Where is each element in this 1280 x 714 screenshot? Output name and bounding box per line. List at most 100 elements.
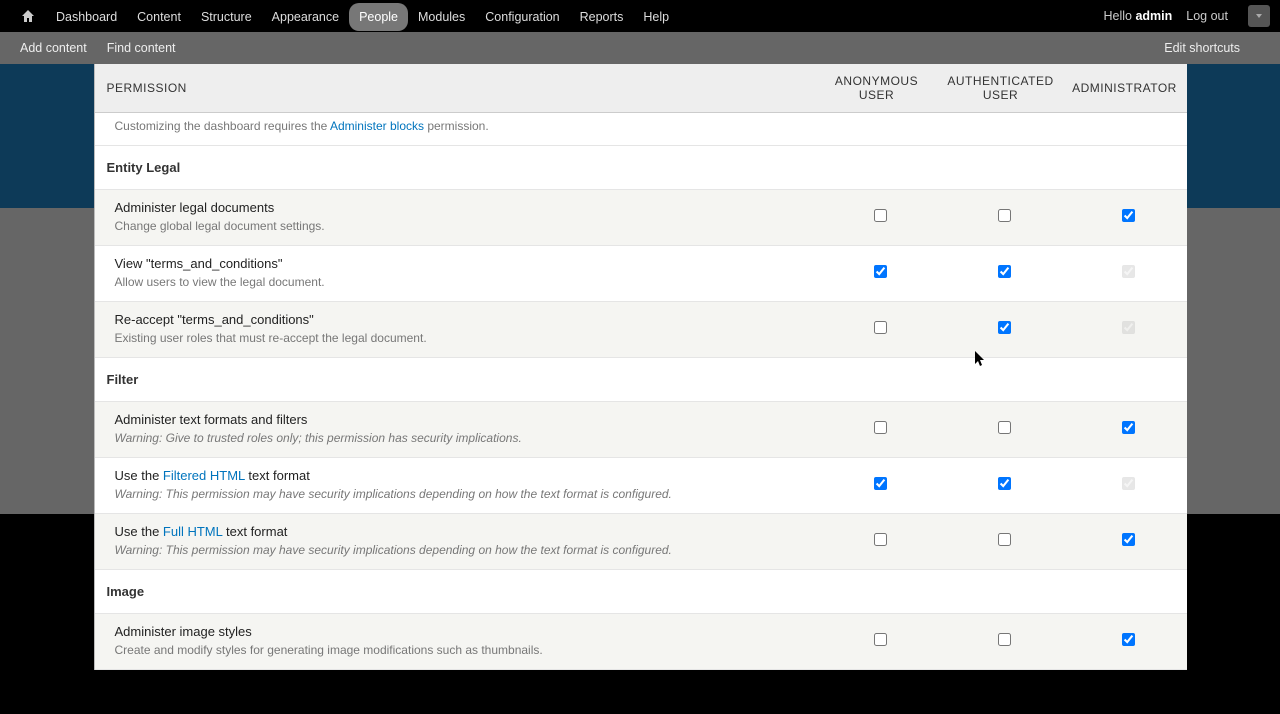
permission-description: Warning: This permission may have securi… (115, 543, 803, 557)
shortcut-bar: Add content Find content Edit shortcuts (0, 32, 1280, 64)
shortcut-add-content[interactable]: Add content (20, 41, 87, 55)
permission-checkbox[interactable] (874, 321, 887, 334)
logout-link[interactable]: Log out (1186, 9, 1228, 23)
col-authenticated: AUTHENTICATED USER (939, 64, 1063, 113)
permission-description: Customizing the dashboard requires the A… (115, 119, 803, 133)
checkbox-cell (1063, 246, 1187, 302)
permission-checkbox (1122, 321, 1135, 334)
inline-link[interactable]: Full HTML (163, 524, 222, 539)
col-administrator: ADMINISTRATOR (1063, 64, 1187, 113)
checkbox-cell (1063, 514, 1187, 570)
menu-structure[interactable]: Structure (191, 3, 262, 31)
menu-dashboard[interactable]: Dashboard (46, 3, 127, 31)
greeting: Hello admin (1104, 9, 1173, 23)
permission-title: Administer text formats and filters (115, 412, 803, 427)
permission-checkbox[interactable] (874, 477, 887, 490)
toolbar-right: Hello admin Log out (1104, 5, 1271, 27)
checkbox-cell (939, 402, 1063, 458)
menu-reports[interactable]: Reports (570, 3, 634, 31)
permission-checkbox[interactable] (998, 421, 1011, 434)
menu-people[interactable]: People (349, 3, 408, 31)
home-link[interactable] (10, 1, 46, 31)
checkbox-cell (815, 514, 939, 570)
permission-title: Re-accept "terms_and_conditions" (115, 312, 803, 327)
permission-description: Create and modify styles for generating … (115, 643, 803, 657)
permission-cell: View "terms_and_conditions"Allow users t… (95, 246, 815, 302)
module-header: Entity Legal (95, 146, 1187, 190)
menu-help[interactable]: Help (633, 3, 679, 31)
permission-checkbox[interactable] (998, 265, 1011, 278)
toolbar-left: DashboardContentStructureAppearancePeopl… (10, 1, 679, 31)
permission-title: Use the Full HTML text format (115, 524, 803, 539)
permission-cell: Re-accept "terms_and_conditions" Existing… (95, 302, 815, 358)
permission-cell: Use the Filtered HTML text format Warning… (95, 458, 815, 514)
permission-description: Warning: This permission may have securi… (115, 487, 803, 501)
checkbox-cell (815, 302, 939, 358)
chevron-down-icon (1254, 11, 1264, 21)
permission-title: View "terms_and_conditions" (115, 256, 803, 271)
permission-checkbox[interactable] (998, 533, 1011, 546)
edit-shortcuts-link[interactable]: Edit shortcuts (1164, 41, 1240, 55)
col-permission: PERMISSION (95, 64, 815, 113)
permission-cell: Administer text formats and filters Warni… (95, 402, 815, 458)
permission-checkbox[interactable] (998, 209, 1011, 222)
shortcut-toggle[interactable] (1248, 5, 1270, 27)
admin-toolbar: DashboardContentStructureAppearancePeopl… (0, 0, 1280, 32)
module-header: Filter (95, 358, 1187, 402)
permissions-table: PERMISSION ANONYMOUS USER AUTHENTICATED … (95, 64, 1187, 670)
permission-checkbox[interactable] (874, 265, 887, 278)
permission-checkbox[interactable] (874, 533, 887, 546)
permission-checkbox[interactable] (1122, 533, 1135, 546)
checkbox-cell (939, 614, 1063, 670)
checkbox-cell (1063, 458, 1187, 514)
permission-checkbox[interactable] (998, 633, 1011, 646)
permission-description: Change global legal document settings. (115, 219, 803, 233)
checkbox-cell (1063, 614, 1187, 670)
checkbox-cell (815, 246, 939, 302)
checkbox-cell (815, 190, 939, 246)
menu-configuration[interactable]: Configuration (475, 3, 569, 31)
menu-appearance[interactable]: Appearance (262, 3, 349, 31)
checkbox-cell (815, 458, 939, 514)
checkbox-cell (1063, 302, 1187, 358)
home-icon (20, 8, 36, 24)
checkbox-cell (939, 113, 1063, 146)
col-anonymous: ANONYMOUS USER (815, 64, 939, 113)
checkbox-cell (939, 514, 1063, 570)
permission-cell: Administer legal documents Change global … (95, 190, 815, 246)
inline-link[interactable]: Administer blocks (330, 119, 424, 133)
permission-checkbox (1122, 477, 1135, 490)
inline-link[interactable]: Filtered HTML (163, 468, 245, 483)
checkbox-cell (815, 113, 939, 146)
shortcut-find-content[interactable]: Find content (107, 41, 176, 55)
permission-checkbox[interactable] (1122, 209, 1135, 222)
permission-checkbox[interactable] (998, 477, 1011, 490)
checkbox-cell (815, 402, 939, 458)
checkbox-cell (939, 458, 1063, 514)
checkbox-cell (939, 190, 1063, 246)
permission-title: Use the Filtered HTML text format (115, 468, 803, 483)
menu-content[interactable]: Content (127, 3, 191, 31)
permission-checkbox (1122, 265, 1135, 278)
permission-checkbox[interactable] (998, 321, 1011, 334)
permission-cell: Use the Full HTML text format Warning: Th… (95, 514, 815, 570)
permission-checkbox[interactable] (874, 633, 887, 646)
permission-cell: Administer image styles Create and modify… (95, 614, 815, 670)
checkbox-cell (1063, 190, 1187, 246)
permission-checkbox[interactable] (874, 209, 887, 222)
permission-checkbox[interactable] (1122, 633, 1135, 646)
permission-description: Existing user roles that must re-accept … (115, 331, 803, 345)
checkbox-cell (939, 246, 1063, 302)
permission-title: Administer legal documents (115, 200, 803, 215)
menu-modules[interactable]: Modules (408, 3, 475, 31)
permission-checkbox[interactable] (874, 421, 887, 434)
module-header: Image (95, 570, 1187, 614)
permission-title: Administer image styles (115, 624, 803, 639)
permission-description: Warning: Give to trusted roles only; thi… (115, 431, 803, 445)
checkbox-cell (1063, 402, 1187, 458)
permission-checkbox[interactable] (1122, 421, 1135, 434)
checkbox-cell (1063, 113, 1187, 146)
content: PERMISSION ANONYMOUS USER AUTHENTICATED … (94, 64, 1187, 670)
checkbox-cell (939, 302, 1063, 358)
permission-cell: Customizing the dashboard requires the A… (95, 113, 815, 146)
